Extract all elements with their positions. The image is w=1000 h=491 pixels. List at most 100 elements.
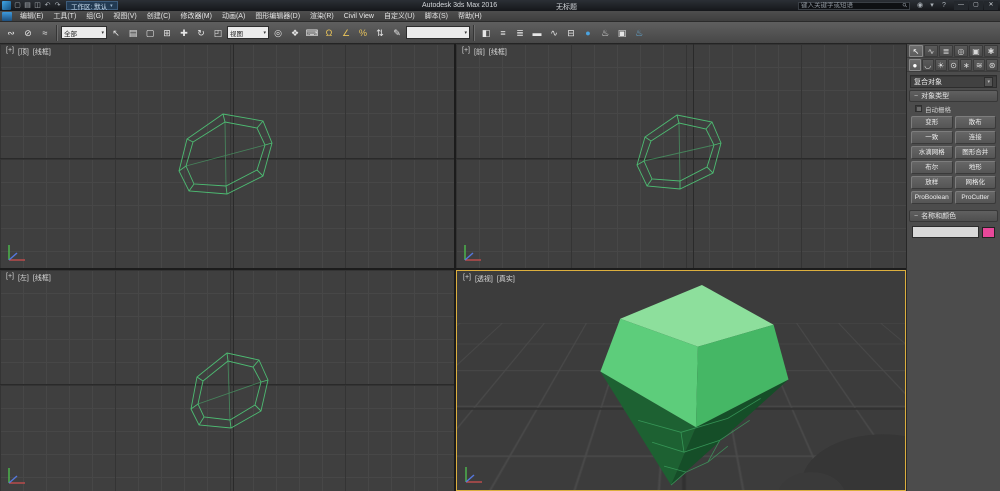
- viewport-shading-button[interactable]: [线框]: [33, 273, 51, 283]
- maximize-button[interactable]: ▢: [969, 1, 983, 10]
- wireframe-object-front[interactable]: [456, 44, 906, 268]
- object-category-dropdown[interactable]: 复合对象 ▾: [910, 75, 997, 88]
- menu-modifiers[interactable]: 修改器(M): [175, 11, 217, 21]
- unlink-icon[interactable]: ⊘: [20, 25, 36, 41]
- viewport-view-button[interactable]: [前]: [474, 47, 485, 57]
- button-loft[interactable]: 放样: [911, 176, 953, 189]
- render-production-icon[interactable]: ♨: [631, 25, 647, 41]
- button-proboolean[interactable]: ProBoolean: [911, 191, 953, 204]
- app-logo-icon[interactable]: [2, 1, 11, 10]
- viewport-menu-button[interactable]: [+]: [463, 274, 471, 284]
- bind-spacewarp-icon[interactable]: ≈: [37, 25, 53, 41]
- category-spacewarps-icon[interactable]: ≋: [973, 59, 985, 71]
- button-connect[interactable]: 连接: [955, 131, 997, 144]
- scale-icon[interactable]: ◰: [210, 25, 226, 41]
- tab-create[interactable]: ↖: [909, 45, 923, 57]
- select-object-icon[interactable]: ↖: [108, 25, 124, 41]
- rect-region-icon[interactable]: ▢: [142, 25, 158, 41]
- angle-snap-icon[interactable]: ∠: [338, 25, 354, 41]
- wireframe-object-left[interactable]: [0, 270, 454, 491]
- pivot-center-icon[interactable]: ◎: [270, 25, 286, 41]
- window-crossing-icon[interactable]: ⊞: [159, 25, 175, 41]
- signin-icon[interactable]: ◉: [915, 1, 925, 10]
- menu-animation[interactable]: 动画(A): [217, 11, 250, 21]
- rendered-frame-icon[interactable]: ▣: [614, 25, 630, 41]
- percent-snap-icon[interactable]: %: [355, 25, 371, 41]
- shaded-object[interactable]: [457, 271, 905, 491]
- viewport-shading-button[interactable]: [真实]: [497, 274, 515, 284]
- button-terrain[interactable]: 地形: [955, 161, 997, 174]
- search-input[interactable]: [801, 2, 903, 9]
- viewport-front[interactable]: [+] [前] [线框]: [456, 44, 906, 268]
- notification-icon[interactable]: ▾: [927, 1, 937, 10]
- button-shapemerge[interactable]: 图形合并: [955, 146, 997, 159]
- viewport-top[interactable]: [+] [顶] [线框]: [0, 44, 454, 268]
- keyboard-override-icon[interactable]: ⌨: [304, 25, 320, 41]
- object-name-input[interactable]: [912, 226, 979, 238]
- menu-help[interactable]: 帮助(H): [453, 11, 487, 21]
- button-blobmesh[interactable]: 水滴网格: [911, 146, 953, 159]
- viewport-shading-button[interactable]: [线框]: [489, 47, 507, 57]
- menu-views[interactable]: 视图(V): [108, 11, 141, 21]
- tab-display[interactable]: ▣: [969, 45, 983, 57]
- ribbon-toggle-icon[interactable]: ▬: [529, 25, 545, 41]
- rollout-name-color[interactable]: 名称和颜色: [909, 210, 998, 222]
- new-scene-icon[interactable]: ▢: [13, 1, 22, 10]
- tab-hierarchy[interactable]: ≣: [939, 45, 953, 57]
- button-mesher[interactable]: 网格化: [955, 176, 997, 189]
- button-conform[interactable]: 一致: [911, 131, 953, 144]
- material-editor-icon[interactable]: ●: [580, 25, 596, 41]
- viewport-left[interactable]: [+] [左] [线框]: [0, 270, 454, 491]
- viewport-view-button[interactable]: [顶]: [18, 47, 29, 57]
- redo-icon[interactable]: ↷: [53, 1, 62, 10]
- viewport-view-button[interactable]: [左]: [18, 273, 29, 283]
- category-systems-icon[interactable]: ⊛: [986, 59, 998, 71]
- menu-edit[interactable]: 编辑(E): [15, 11, 48, 21]
- selection-filter-dropdown[interactable]: 全部: [61, 26, 107, 39]
- category-helpers-icon[interactable]: ∗: [960, 59, 972, 71]
- minimize-button[interactable]: —: [954, 1, 968, 10]
- render-setup-icon[interactable]: ♨: [597, 25, 613, 41]
- edit-selection-sets-icon[interactable]: ✎: [389, 25, 405, 41]
- autogrid-checkbox[interactable]: [915, 105, 922, 112]
- viewport-view-button[interactable]: [透视]: [475, 274, 493, 284]
- align-icon[interactable]: ≡: [495, 25, 511, 41]
- menu-customize[interactable]: 自定义(U): [379, 11, 420, 21]
- menu-rendering[interactable]: 渲染(R): [305, 11, 339, 21]
- reference-coordinate-dropdown[interactable]: 视图: [227, 26, 269, 39]
- mirror-icon[interactable]: ◧: [478, 25, 494, 41]
- menu-group[interactable]: 组(G): [81, 11, 108, 21]
- viewport-menu-button[interactable]: [+]: [462, 47, 470, 57]
- save-file-icon[interactable]: ◫: [33, 1, 42, 10]
- help-icon[interactable]: ?: [939, 1, 949, 10]
- button-procutter[interactable]: ProCutter: [955, 191, 997, 204]
- move-icon[interactable]: ✚: [176, 25, 192, 41]
- menu-civil-view[interactable]: Civil View: [339, 13, 379, 20]
- rollout-object-type[interactable]: 对象类型: [909, 90, 998, 102]
- max-menu-icon[interactable]: [2, 12, 12, 21]
- open-file-icon[interactable]: ▤: [23, 1, 32, 10]
- viewport-menu-button[interactable]: [+]: [6, 273, 14, 283]
- rotate-icon[interactable]: ↻: [193, 25, 209, 41]
- snap-3d-icon[interactable]: Ω: [321, 25, 337, 41]
- viewport-menu-button[interactable]: [+]: [6, 47, 14, 57]
- viewport-perspective[interactable]: [+] [透视] [真实]: [456, 270, 906, 491]
- object-color-swatch[interactable]: [982, 227, 995, 238]
- menu-graph-editors[interactable]: 图形编辑器(D): [250, 11, 305, 21]
- menu-scripting[interactable]: 脚本(S): [420, 11, 453, 21]
- category-cameras-icon[interactable]: ⊙: [948, 59, 960, 71]
- schematic-view-icon[interactable]: ⊟: [563, 25, 579, 41]
- menu-tools[interactable]: 工具(T): [48, 11, 81, 21]
- button-morph[interactable]: 变形: [911, 116, 953, 129]
- layer-manager-icon[interactable]: ≣: [512, 25, 528, 41]
- tab-utilities[interactable]: ✱: [984, 45, 998, 57]
- category-lights-icon[interactable]: ☀: [935, 59, 947, 71]
- tab-modify[interactable]: ∿: [924, 45, 938, 57]
- button-scatter[interactable]: 散布: [955, 116, 997, 129]
- category-shapes-icon[interactable]: ◡: [922, 59, 934, 71]
- undo-icon[interactable]: ↶: [43, 1, 52, 10]
- select-link-icon[interactable]: ∾: [3, 25, 19, 41]
- named-selection-dropdown[interactable]: [406, 26, 470, 39]
- select-by-name-icon[interactable]: ▤: [125, 25, 141, 41]
- curve-editor-icon[interactable]: ∿: [546, 25, 562, 41]
